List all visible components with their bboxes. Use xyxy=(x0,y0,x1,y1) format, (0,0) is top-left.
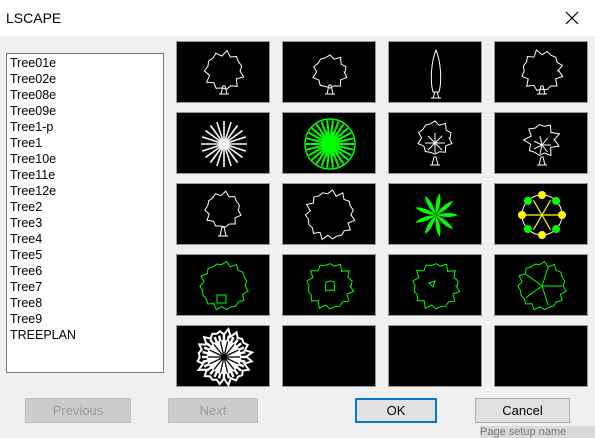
list-item[interactable]: Tree11e xyxy=(10,167,163,183)
tree-outline-icon xyxy=(312,54,348,95)
title-bar: LSCAPE xyxy=(0,0,595,36)
preview-tile[interactable] xyxy=(282,254,376,316)
preview-tile[interactable] xyxy=(176,112,270,174)
cypress-outline-icon xyxy=(430,48,442,99)
list-item[interactable]: Tree9 xyxy=(10,311,163,327)
tree-plan-green-outline-icon xyxy=(306,263,355,310)
background-window-text: Page setup name xyxy=(480,426,595,438)
empty-slot xyxy=(283,326,377,388)
list-item[interactable]: Tree10e xyxy=(10,151,163,167)
tree-plan-white-canopy-icon xyxy=(196,327,255,388)
list-item[interactable]: Tree02e xyxy=(10,71,163,87)
tree-plan-green-outline-icon xyxy=(517,260,567,311)
list-item[interactable]: Tree3 xyxy=(10,215,163,231)
preview-tile[interactable] xyxy=(282,325,376,387)
preview-tile[interactable] xyxy=(388,183,482,245)
tree-outline-icon xyxy=(203,49,245,95)
list-item[interactable]: TREEPLAN xyxy=(10,327,163,343)
tree-outline-icon xyxy=(521,49,564,95)
previous-button[interactable]: Previous xyxy=(25,398,131,423)
preview-tile[interactable] xyxy=(176,183,270,245)
preview-tile[interactable] xyxy=(282,183,376,245)
block-list[interactable]: Tree01e Tree02e Tree08e Tree09e Tree1-p Tree1… xyxy=(6,53,164,373)
palm-plan-green-icon xyxy=(415,193,458,237)
tree-branches-icon xyxy=(417,120,453,166)
list-item[interactable]: Tree12e xyxy=(10,183,163,199)
preview-tile[interactable] xyxy=(494,183,588,245)
preview-tile[interactable] xyxy=(176,325,270,388)
list-item[interactable]: Tree2 xyxy=(10,199,163,215)
empty-slot xyxy=(495,326,589,388)
list-item[interactable]: Tree5 xyxy=(10,247,163,263)
list-item[interactable]: Tree7 xyxy=(10,279,163,295)
list-item[interactable]: Tree1-p xyxy=(10,119,163,135)
preview-tile[interactable] xyxy=(282,112,376,174)
tree-plan-green-outline-icon xyxy=(412,263,461,310)
tree-plan-branches-icon xyxy=(201,121,247,167)
tree-branches-icon xyxy=(522,124,561,166)
list-item[interactable]: Tree6 xyxy=(10,263,163,279)
cancel-button[interactable]: Cancel xyxy=(475,398,570,423)
tree-plan-yellow-green-icon xyxy=(518,191,566,239)
list-item[interactable]: Tree1 xyxy=(10,135,163,151)
tree-plan-outline-icon xyxy=(304,189,356,241)
tree-plan-green-outline-icon xyxy=(199,260,249,311)
list-item[interactable]: Tree01e xyxy=(10,55,163,71)
preview-tile[interactable] xyxy=(494,254,588,316)
tree-plan-green-canopy-icon xyxy=(304,118,356,170)
lscape-dialog: LSCAPE Tree01e Tree02e Tree08e Tree09e Tree1… xyxy=(0,0,595,438)
preview-tile[interactable] xyxy=(176,41,270,103)
preview-tile[interactable] xyxy=(388,112,482,174)
preview-tile[interactable] xyxy=(282,41,376,103)
next-button[interactable]: Next xyxy=(168,398,258,423)
list-item[interactable]: Tree4 xyxy=(10,231,163,247)
list-item[interactable]: Tree09e xyxy=(10,103,163,119)
list-item[interactable]: Tree8 xyxy=(10,295,163,311)
preview-tile[interactable] xyxy=(388,41,482,103)
window-title: LSCAPE xyxy=(6,10,62,26)
tree-branches-icon xyxy=(204,190,242,237)
preview-tile[interactable] xyxy=(494,325,588,387)
empty-slot xyxy=(389,326,483,388)
list-item[interactable]: Tree08e xyxy=(10,87,163,103)
preview-tile[interactable] xyxy=(494,112,588,174)
preview-tile[interactable] xyxy=(388,325,482,387)
preview-tile[interactable] xyxy=(176,254,270,316)
preview-tile[interactable] xyxy=(494,41,588,103)
close-button[interactable] xyxy=(549,0,595,36)
close-icon xyxy=(565,11,579,25)
ok-button[interactable]: OK xyxy=(355,398,437,423)
preview-tile[interactable] xyxy=(388,254,482,316)
